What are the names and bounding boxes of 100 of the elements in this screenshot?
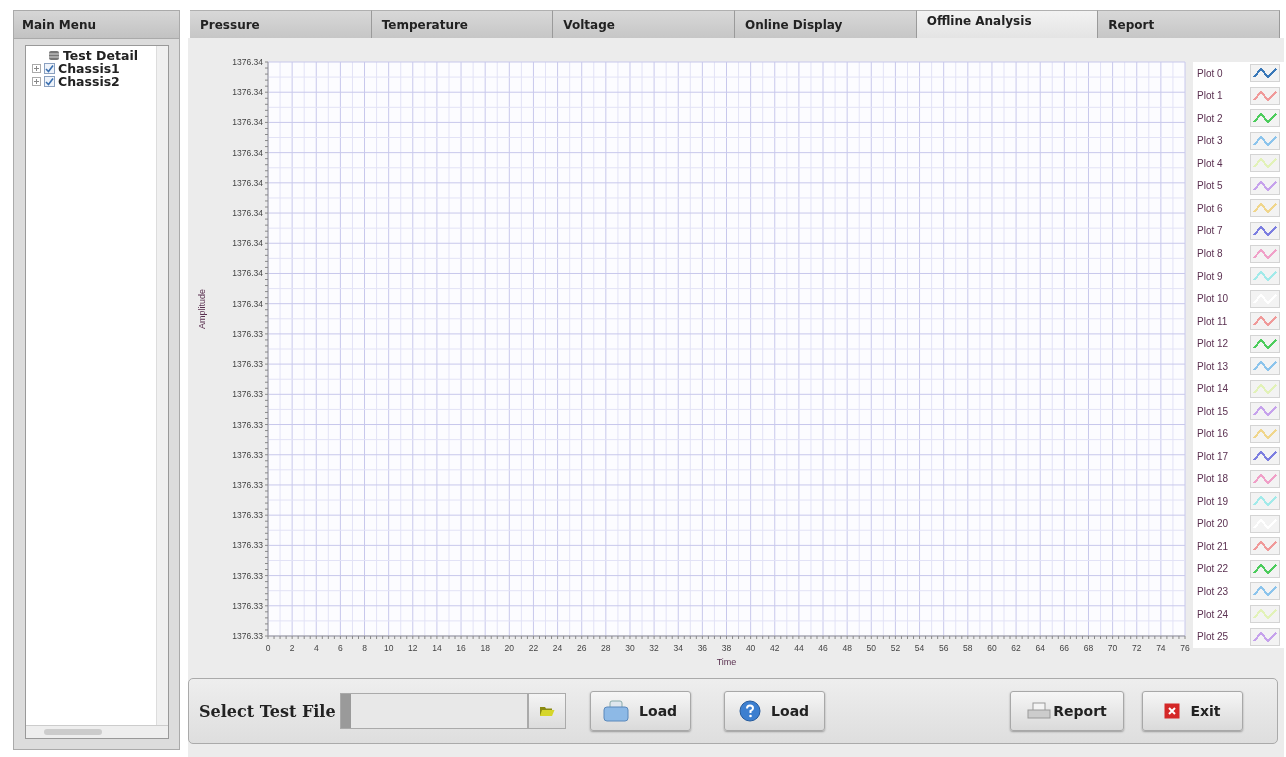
- tab[interactable]: Pressure: [190, 10, 372, 38]
- line-swatch-icon[interactable]: [1250, 222, 1280, 240]
- line-swatch-icon[interactable]: [1250, 402, 1280, 421]
- x-tick-label: 2: [289, 643, 295, 653]
- line-swatch-icon[interactable]: [1250, 559, 1280, 578]
- line-swatch-icon[interactable]: [1250, 131, 1280, 150]
- legend-label: Plot 3: [1197, 135, 1223, 147]
- line-swatch-icon[interactable]: [1250, 64, 1280, 83]
- line-swatch-icon[interactable]: [1250, 244, 1280, 263]
- legend-label: Plot 18: [1197, 473, 1229, 485]
- browse-button[interactable]: [527, 693, 566, 729]
- y-tick-label: 1376.34: [232, 177, 263, 188]
- legend-label: Plot 24: [1197, 608, 1229, 620]
- y-tick-label: 1376.34: [232, 147, 263, 158]
- legend-label: Plot 13: [1197, 360, 1229, 372]
- exit-button[interactable]: Exit: [1142, 691, 1243, 731]
- line-swatch-icon[interactable]: [1250, 582, 1280, 601]
- line-swatch-icon[interactable]: [1250, 379, 1280, 398]
- tab[interactable]: Offline Analysis: [916, 10, 1099, 38]
- x-tick-label: 72: [1132, 643, 1142, 653]
- line-swatch-icon[interactable]: [1250, 627, 1280, 646]
- x-tick-label: 20: [504, 643, 515, 653]
- file-label: Select Test File: [199, 701, 336, 721]
- x-tick-label: 58: [963, 643, 973, 653]
- line-swatch-icon[interactable]: [1250, 537, 1280, 556]
- line-swatch-icon[interactable]: [1250, 469, 1280, 488]
- load-button[interactable]: Load: [723, 691, 825, 731]
- x-tick-label: 64: [1035, 643, 1045, 653]
- tab[interactable]: Voltage: [553, 10, 735, 38]
- y-tick-label: 1376.33: [232, 570, 263, 581]
- legend-label: Plot 0: [1197, 67, 1223, 79]
- y-tick-label: 1376.33: [232, 631, 263, 641]
- x-tick-label: 30: [625, 643, 635, 653]
- y-tick-label: 1376.34: [232, 298, 263, 309]
- folder-icon: [538, 705, 555, 717]
- tab[interactable]: Online Display: [735, 10, 917, 38]
- y-tick-label: 1376.33: [232, 540, 263, 551]
- line-swatch-icon[interactable]: [1250, 514, 1280, 533]
- line-swatch-icon[interactable]: [1250, 86, 1280, 105]
- x-tick-label: 22: [528, 643, 539, 653]
- line-swatch-icon[interactable]: [1250, 312, 1280, 331]
- line-swatch-icon[interactable]: [1250, 492, 1280, 511]
- x-tick-label: 12: [408, 643, 418, 653]
- checkbox[interactable]: [44, 76, 55, 87]
- database-icon: [48, 50, 60, 61]
- line-swatch-icon[interactable]: [1250, 357, 1280, 376]
- line-swatch-icon[interactable]: [1250, 605, 1280, 623]
- legend-label: Plot 22: [1197, 563, 1229, 575]
- checkbox[interactable]: [44, 63, 55, 74]
- x-tick-label: 18: [480, 643, 490, 653]
- line-swatch-icon[interactable]: [1250, 176, 1280, 195]
- x-tick-label: 16: [456, 643, 466, 653]
- legend-label: Plot 25: [1197, 631, 1229, 643]
- tab[interactable]: Temperature: [371, 10, 554, 38]
- x-tick-label: 60: [987, 643, 997, 653]
- tree-item[interactable]: Test Detail: [63, 49, 138, 62]
- tab[interactable]: Report: [1098, 10, 1281, 38]
- legend-label: Plot 5: [1197, 180, 1223, 192]
- line-swatch-icon[interactable]: [1250, 199, 1280, 218]
- x-tick-label: 56: [938, 643, 949, 653]
- expand-icon[interactable]: [32, 77, 41, 86]
- load-button[interactable]: Load: [589, 691, 691, 731]
- x-tick-label: 70: [1107, 643, 1118, 653]
- y-tick-label: 1376.34: [232, 117, 263, 128]
- x-tick-label: 46: [818, 643, 828, 653]
- line-swatch-icon[interactable]: [1250, 267, 1280, 286]
- help-icon: [739, 700, 762, 722]
- y-tick-label: 1376.33: [232, 359, 263, 370]
- tree-item[interactable]: Chassis2: [58, 75, 120, 88]
- y-tick-label: 1376.34: [232, 268, 263, 279]
- line-swatch-icon[interactable]: [1250, 334, 1280, 353]
- legend-label: Plot 11: [1197, 315, 1228, 327]
- legend-label: Plot 9: [1197, 270, 1223, 282]
- report-button[interactable]: Report: [1010, 691, 1124, 731]
- x-tick-label: 76: [1180, 643, 1190, 653]
- legend-label: Plot 4: [1197, 157, 1223, 169]
- x-tick-label: 42: [770, 643, 780, 653]
- expand-icon[interactable]: [32, 64, 41, 73]
- x-axis-title: Time: [716, 657, 737, 667]
- line-swatch-icon[interactable]: [1250, 154, 1280, 173]
- y-tick-label: 1376.33: [232, 328, 263, 339]
- close-icon: [1164, 703, 1181, 719]
- tree-item[interactable]: Chassis1: [58, 62, 120, 75]
- horizontal-scrollbar[interactable]: [26, 725, 168, 738]
- vertical-scrollbar[interactable]: [156, 46, 168, 726]
- line-swatch-icon[interactable]: [1250, 109, 1280, 128]
- line-swatch-icon[interactable]: [1250, 289, 1280, 308]
- x-tick-label: 26: [577, 643, 587, 653]
- x-tick-label: 24: [552, 643, 563, 653]
- path-field[interactable]: [339, 693, 528, 729]
- legend-label: Plot 6: [1197, 202, 1223, 214]
- x-tick-label: 28: [601, 643, 611, 653]
- x-tick-label: 34: [673, 643, 683, 653]
- y-tick-label: 1376.34: [232, 208, 263, 219]
- line-swatch-icon[interactable]: [1250, 447, 1280, 466]
- y-tick-label: 1376.33: [232, 600, 263, 611]
- legend-label: Plot 14: [1197, 383, 1229, 395]
- line-swatch-icon[interactable]: [1250, 424, 1280, 443]
- x-tick-label: 14: [432, 643, 442, 653]
- x-tick-label: 44: [794, 643, 804, 653]
